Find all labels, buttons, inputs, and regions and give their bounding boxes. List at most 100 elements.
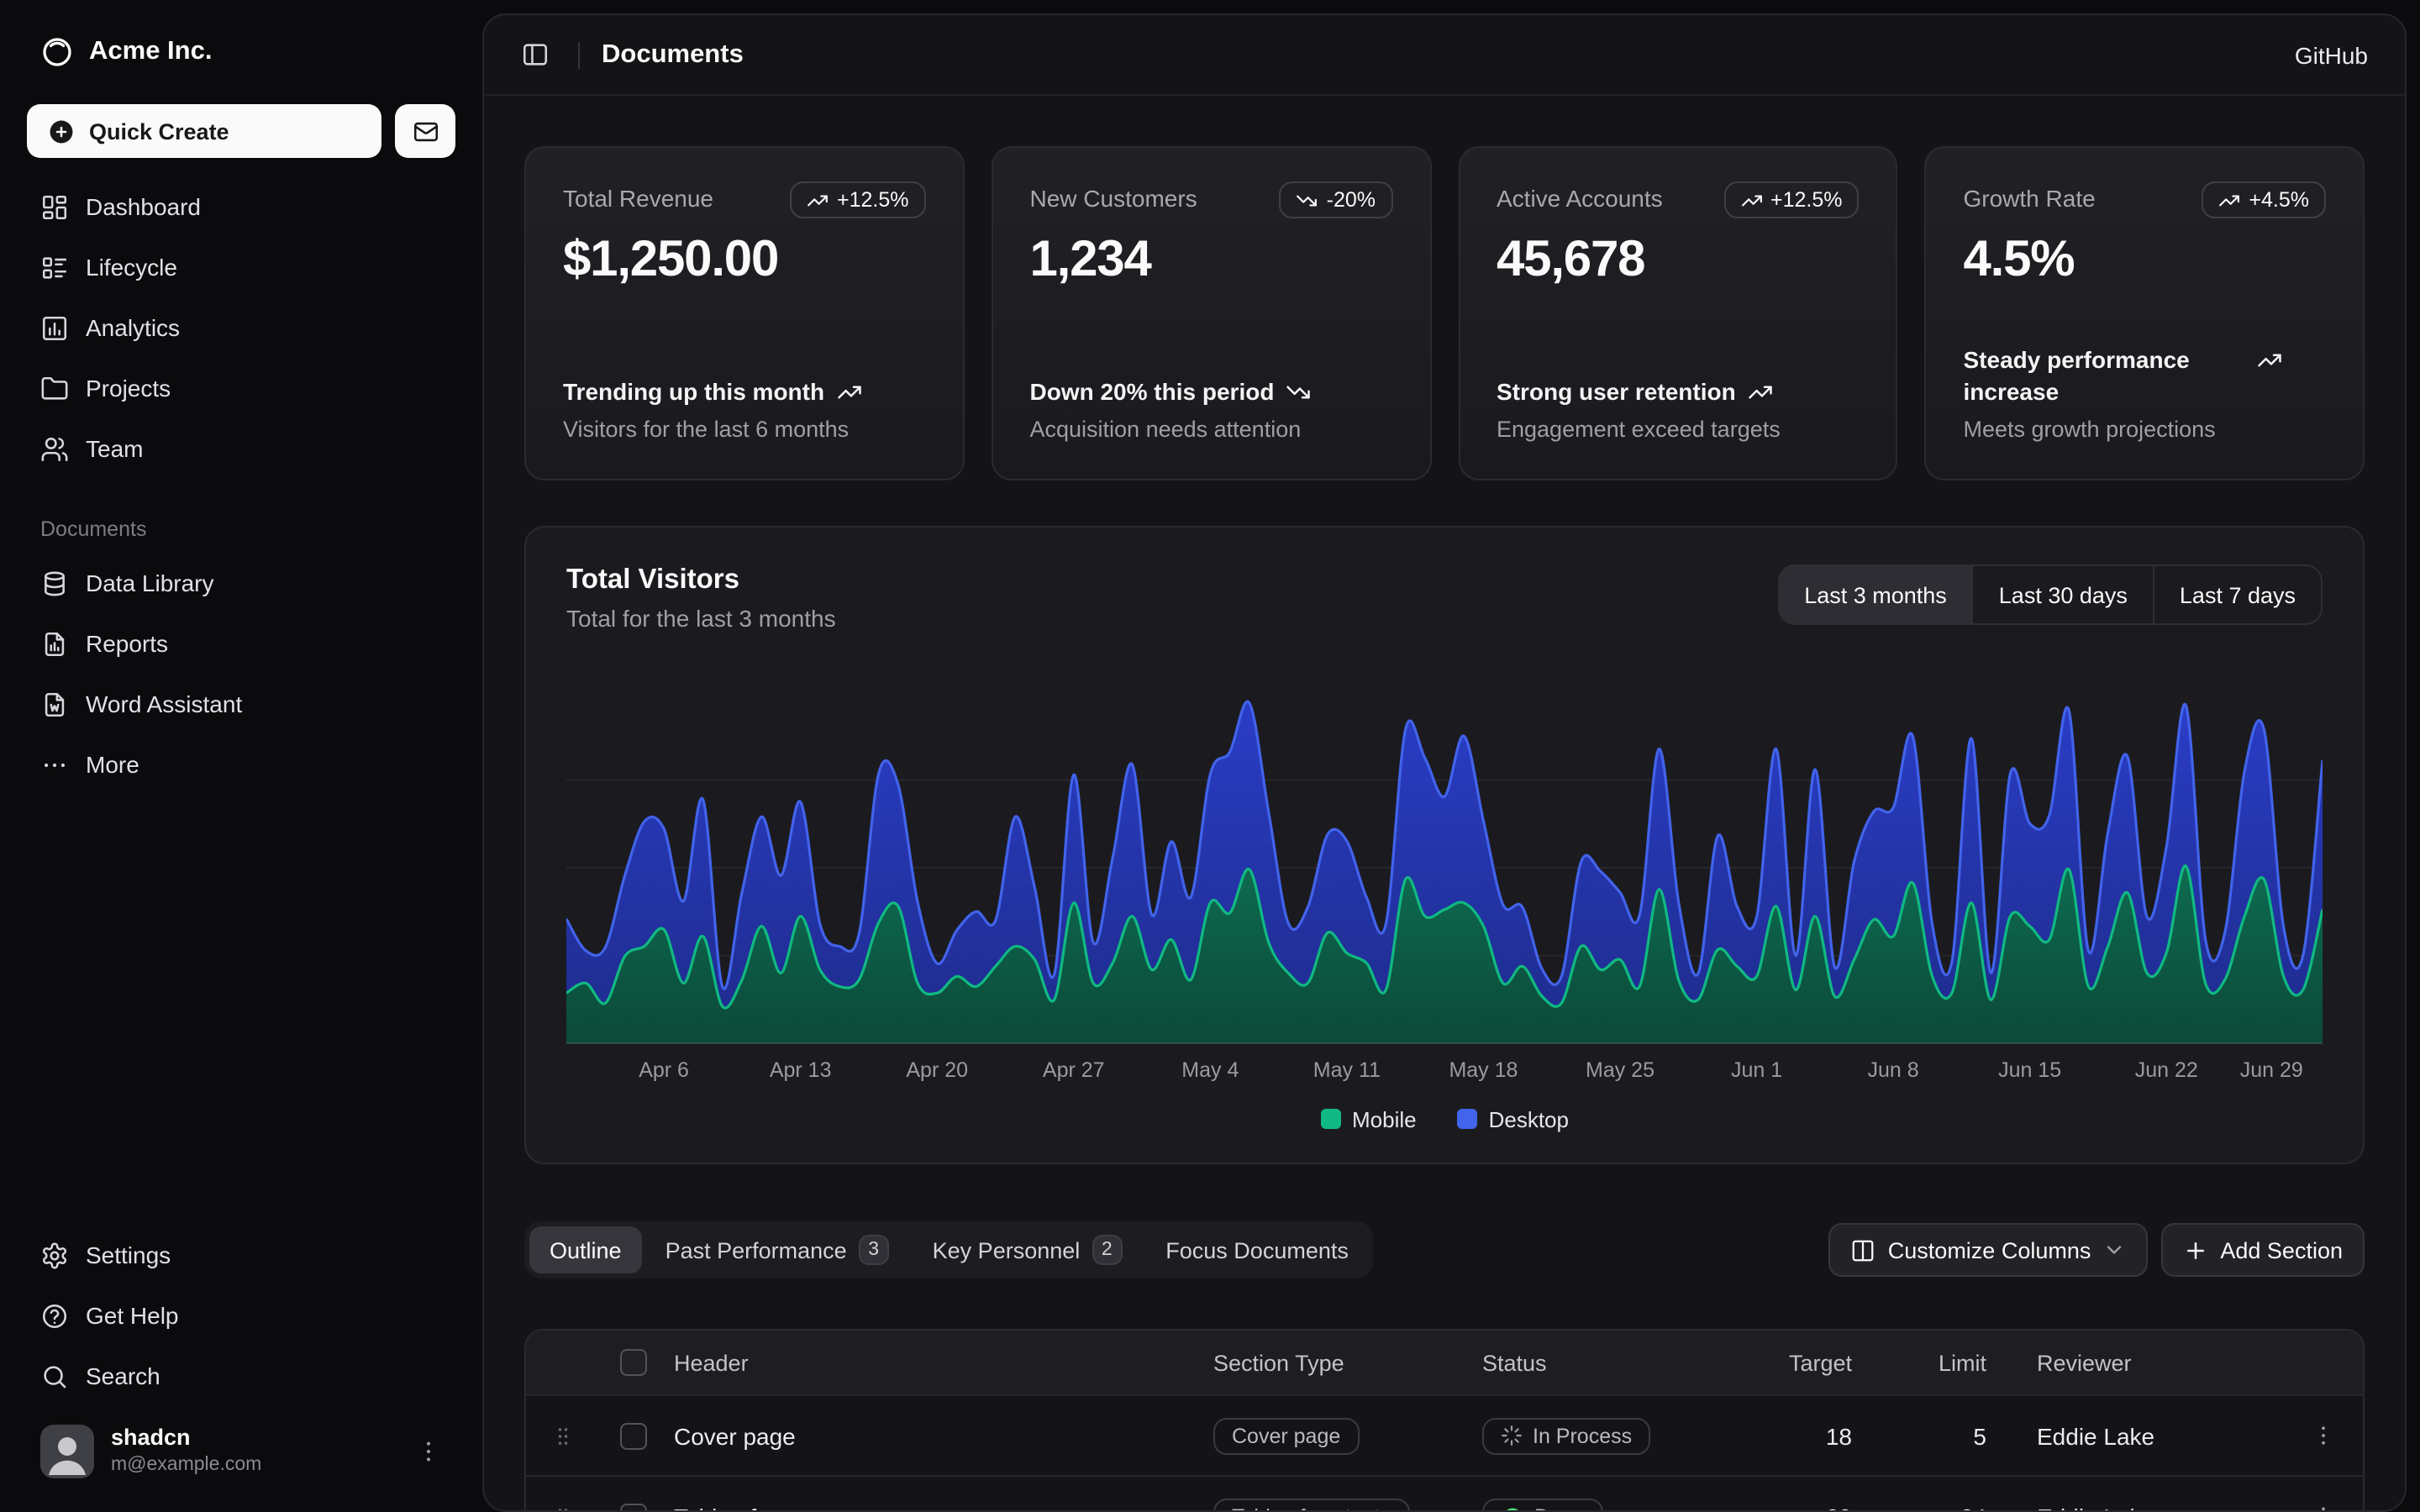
user-email: m@example.com xyxy=(111,1454,398,1478)
trending-down-icon xyxy=(1286,376,1311,405)
target-cell[interactable]: 29 xyxy=(1744,1503,1896,1510)
sidebar-footer-nav: Settings Get Help Search xyxy=(27,1230,455,1401)
col-status: Status xyxy=(1476,1350,1744,1375)
dashboard-icon xyxy=(40,192,69,221)
columns-icon xyxy=(1851,1237,1876,1263)
sidebar-item-team[interactable]: Team xyxy=(27,423,455,474)
brand[interactable]: Acme Inc. xyxy=(27,20,455,84)
stat-value: $1,250.00 xyxy=(563,232,926,289)
chevron-down-icon xyxy=(2102,1238,2126,1262)
sidebar-item-analytics[interactable]: Analytics xyxy=(27,302,455,353)
range-last-3-months[interactable]: Last 3 months xyxy=(1779,566,1972,623)
tab-count-badge: 2 xyxy=(1092,1235,1122,1265)
section-type-badge: Table of contents xyxy=(1213,1498,1409,1510)
limit-cell[interactable]: 5 xyxy=(1896,1422,2030,1449)
trend-badge: +4.5% xyxy=(2202,181,2326,218)
range-last-30-days[interactable]: Last 30 days xyxy=(1972,566,2153,623)
tab-key-personnel[interactable]: Key Personnel 2 xyxy=(913,1226,1143,1273)
tab-past-performance[interactable]: Past Performance 3 xyxy=(645,1226,909,1273)
reviewer-cell: Eddie Lake xyxy=(2030,1422,2282,1449)
row-header-cell[interactable]: Cover page xyxy=(667,1422,1207,1449)
sidebar-item-more[interactable]: More xyxy=(27,739,455,790)
avatar xyxy=(40,1425,94,1478)
sidebar-toggle-button[interactable] xyxy=(514,34,556,76)
sidebar-item-word-assistant[interactable]: Word Assistant xyxy=(27,679,455,729)
stat-card-active-accounts: Active Accounts +12.5% 45,678 Strong use… xyxy=(1458,146,1898,480)
dots-icon xyxy=(40,750,69,779)
sidebar-item-dashboard[interactable]: Dashboard xyxy=(27,181,455,232)
legend-swatch xyxy=(1457,1109,1477,1129)
customize-columns-button[interactable]: Customize Columns xyxy=(1829,1223,2149,1277)
tab-outline[interactable]: Outline xyxy=(529,1226,642,1273)
user-menu[interactable]: shadcn m@example.com xyxy=(27,1415,455,1488)
chart-title: Total Visitors xyxy=(566,564,836,596)
stat-label: Active Accounts xyxy=(1497,181,1663,212)
limit-cell[interactable]: 24 xyxy=(1896,1503,2030,1510)
row-checkbox[interactable] xyxy=(620,1503,647,1510)
sidebar-item-data-library[interactable]: Data Library xyxy=(27,558,455,608)
quick-create-button[interactable]: Quick Create xyxy=(27,104,381,158)
section-tabs-row: Outline Past Performance 3 Key Personnel… xyxy=(524,1221,2365,1278)
github-link[interactable]: GitHub xyxy=(2295,41,2368,68)
analytics-icon xyxy=(40,313,69,342)
stat-card-growth-rate: Growth Rate +4.5% 4.5% Steady performanc… xyxy=(1925,146,2365,480)
drag-handle[interactable] xyxy=(526,1424,600,1447)
mail-icon xyxy=(411,117,439,145)
check-circle-icon xyxy=(1501,1504,1524,1510)
legend-item-mobile: Mobile xyxy=(1320,1105,1417,1132)
visitors-chart-plot xyxy=(566,679,2323,1045)
tab-count-badge: 3 xyxy=(859,1235,889,1265)
trending-up-icon xyxy=(1748,376,1773,405)
sidebar-item-get-help[interactable]: Get Help xyxy=(27,1290,455,1341)
settings-icon xyxy=(40,1241,69,1269)
trending-up-icon xyxy=(2218,189,2240,211)
status-badge: Done xyxy=(1482,1498,1603,1510)
range-last-7-days[interactable]: Last 7 days xyxy=(2153,566,2321,623)
sidebar-main-nav: Dashboard Lifecycle Analytics Projects T… xyxy=(27,181,455,474)
reviewer-cell: Eddie Lake xyxy=(2030,1503,2282,1510)
stat-value: 4.5% xyxy=(1964,232,2327,289)
sidebar: Acme Inc. Quick Create Dashboard xyxy=(0,0,482,1512)
target-cell[interactable]: 18 xyxy=(1744,1422,1896,1449)
user-name: shadcn xyxy=(111,1425,398,1454)
sections-table: Header Section Type Status Target Limit … xyxy=(524,1329,2365,1510)
status-badge: In Process xyxy=(1482,1417,1650,1454)
sidebar-section-documents-label: Documents xyxy=(27,517,455,541)
main-panel: Documents GitHub Total Revenue +12.5% $1… xyxy=(482,13,2407,1512)
table-header-row: Header Section Type Status Target Limit … xyxy=(526,1331,2363,1394)
row-checkbox[interactable] xyxy=(620,1422,647,1449)
sidebar-item-search[interactable]: Search xyxy=(27,1351,455,1401)
row-header-cell[interactable]: Table of contents xyxy=(667,1503,1207,1510)
add-section-button[interactable]: Add Section xyxy=(2161,1223,2365,1277)
sidebar-item-projects[interactable]: Projects xyxy=(27,363,455,413)
select-all-checkbox[interactable] xyxy=(620,1349,647,1376)
section-tabs: Outline Past Performance 3 Key Personnel… xyxy=(524,1221,1374,1278)
stat-label: Growth Rate xyxy=(1964,181,2096,212)
page-title: Documents xyxy=(602,39,744,70)
stat-label: New Customers xyxy=(1030,181,1197,212)
trend-badge: +12.5% xyxy=(1723,181,1860,218)
inbox-mail-button[interactable] xyxy=(395,104,455,158)
report-icon xyxy=(40,629,69,658)
chart-legend: Mobile Desktop xyxy=(566,1105,2323,1132)
stat-value: 1,234 xyxy=(1030,232,1393,289)
trend-badge: -20% xyxy=(1280,181,1392,218)
sidebar-item-reports[interactable]: Reports xyxy=(27,618,455,669)
sidebar-item-lifecycle[interactable]: Lifecycle xyxy=(27,242,455,292)
stat-card-total-revenue: Total Revenue +12.5% $1,250.00 Trending … xyxy=(524,146,965,480)
drag-handle[interactable] xyxy=(526,1504,600,1510)
x-axis-ticks: Apr 6Apr 13Apr 20Apr 27May 4May 11May 18… xyxy=(566,1055,2323,1089)
tab-focus-documents[interactable]: Focus Documents xyxy=(1145,1226,1369,1273)
database-icon xyxy=(40,569,69,597)
plus-icon xyxy=(2183,1237,2208,1263)
row-menu-button[interactable] xyxy=(2289,1504,2356,1510)
sidebar-item-settings[interactable]: Settings xyxy=(27,1230,455,1280)
col-header: Header xyxy=(667,1350,1207,1375)
row-menu-button[interactable] xyxy=(2289,1423,2356,1448)
trend-badge: +12.5% xyxy=(790,181,926,218)
table-row: Cover page Cover page In Process 18 5 Ed… xyxy=(526,1394,2363,1475)
brand-logo-icon xyxy=(40,35,74,69)
stat-card-new-customers: New Customers -20% 1,234 Down 20% this p… xyxy=(992,146,1432,480)
chart-range-toggle-group: Last 3 months Last 30 days Last 7 days xyxy=(1777,564,2323,625)
search-icon xyxy=(40,1362,69,1390)
